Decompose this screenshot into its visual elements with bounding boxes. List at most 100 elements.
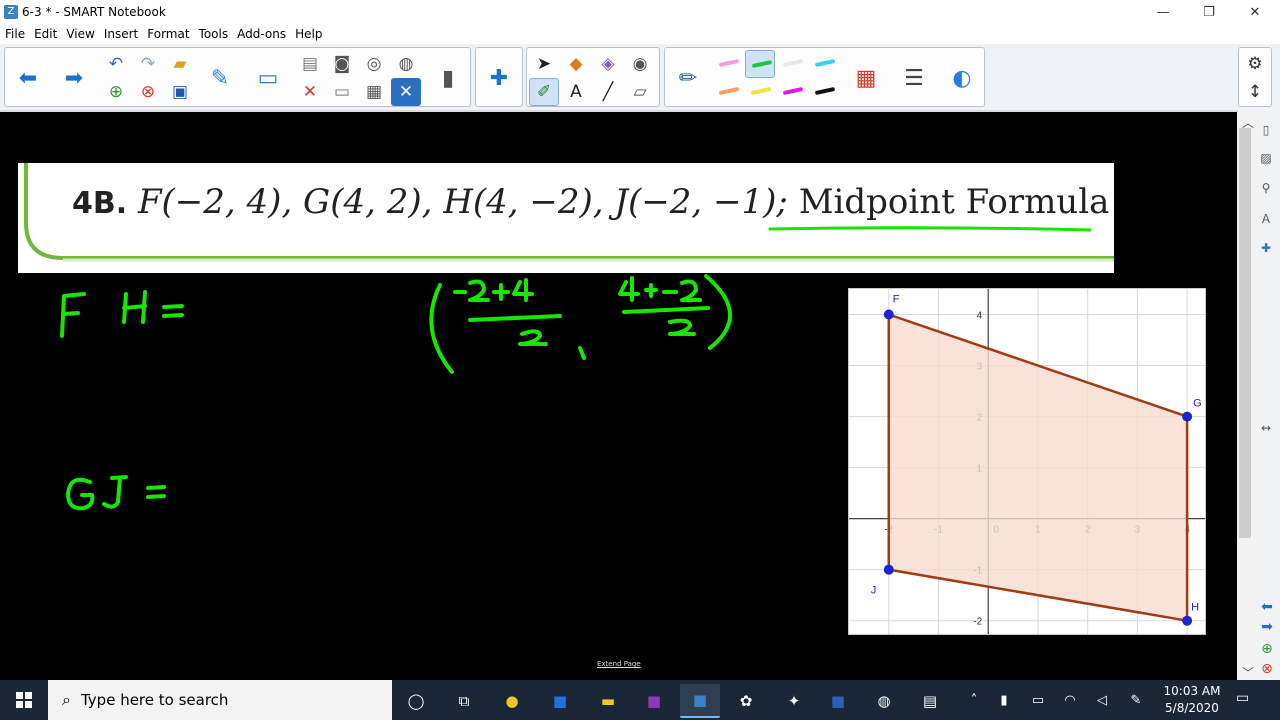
start-button[interactable] <box>0 680 48 720</box>
problem-points: F(−2, 4), G(4, 2), H(4, −2), J(−2, −1); <box>137 182 788 222</box>
screen-shade-icon[interactable]: ✎ <box>205 50 235 106</box>
toolbar: ⬅ ➡ ↶ ↷ ▰ ⊕ ⊗ ▣ ✎ ▭ ▤ ◙ ◎ ◍ ✕ ▭ ▦ ✕ ▮ ✚ … <box>0 44 1280 110</box>
gear-icon[interactable]: ⚙ <box>1240 50 1270 78</box>
chrome-icon[interactable]: ● <box>492 684 532 718</box>
line-tool-icon[interactable]: ╱ <box>593 78 623 106</box>
outlook-icon[interactable]: ■ <box>540 684 580 718</box>
pen-swatch-orange[interactable] <box>713 78 743 106</box>
word-icon[interactable]: ■ <box>818 684 858 718</box>
properties-icon[interactable]: Ａ <box>1256 208 1276 228</box>
back-arrow-icon[interactable]: ⬅ <box>13 50 43 106</box>
pen-swatch-pink[interactable] <box>713 50 743 78</box>
y-tick-label: -2 <box>973 617 982 628</box>
app-taskbar-icon-3[interactable]: ◍ <box>864 684 904 718</box>
eraser-icon[interactable]: ▱ <box>625 78 655 106</box>
app-taskbar-icon-4[interactable]: ▤ <box>910 684 950 718</box>
web-browser-icon[interactable]: ◍ <box>391 50 421 78</box>
task-view-icon[interactable]: ⧉ <box>444 684 484 718</box>
next-page-icon[interactable]: ➡ <box>1258 618 1276 636</box>
volume-icon[interactable]: ◁ <box>1092 690 1112 710</box>
clock-time: 10:03 AM <box>1163 684 1221 698</box>
add-page-icon[interactable]: ⊕ <box>101 78 131 106</box>
restore-button[interactable]: ❐ <box>1186 0 1232 24</box>
pen-workspace-icon[interactable]: ✎ <box>1126 690 1146 710</box>
addons-puzzle-icon[interactable]: ✚ <box>484 50 514 106</box>
transparency-icon[interactable]: ◐ <box>947 50 977 106</box>
point-label-j: J <box>871 585 877 597</box>
battery-icon[interactable]: ▭ <box>1028 690 1048 710</box>
scroll-up-icon[interactable]: ︿ <box>1238 112 1258 132</box>
menu-help[interactable]: Help <box>290 27 326 41</box>
pen-swatch-white[interactable] <box>777 50 807 78</box>
pen-type-icon[interactable]: ✏ <box>673 50 703 106</box>
menu-file[interactable]: File <box>0 27 29 41</box>
screen-capture-icon[interactable]: ◙ <box>327 50 357 78</box>
menu-view[interactable]: View <box>61 27 98 41</box>
add-page-side-icon[interactable]: ⊕ <box>1258 640 1276 658</box>
problem-statement: 4B. F(−2, 4), G(4, 2), H(4, −2), J(−2, −… <box>72 182 1109 222</box>
screen-shade-toggle-icon[interactable]: ▭ <box>327 78 357 106</box>
show-hidden-icons-icon[interactable]: ˄ <box>964 690 984 710</box>
menu-insert[interactable]: Insert <box>99 27 142 41</box>
point-label-h: H <box>1191 602 1199 614</box>
pen-swatch-yellow[interactable] <box>745 78 775 106</box>
shapes-icon[interactable]: ◆ <box>561 50 591 78</box>
menu-tools[interactable]: Tools <box>194 27 233 41</box>
scrollbar-thumb[interactable] <box>1239 128 1251 538</box>
point-label-g: G <box>1193 398 1202 410</box>
undo-icon[interactable]: ↶ <box>101 50 131 78</box>
eraser-tool-icon[interactable]: ◈ <box>593 50 623 78</box>
windows-logo-icon <box>16 692 32 708</box>
system-clock[interactable]: 10:03 AM 5/8/2020 <box>1160 683 1224 717</box>
onenote-icon[interactable]: ■ <box>634 684 674 718</box>
close-tool-icon[interactable]: ✕ <box>391 78 421 106</box>
color-palette-icon[interactable]: ▦ <box>851 50 881 106</box>
cortana-icon[interactable]: ◯ <box>396 684 436 718</box>
select-arrow-icon[interactable]: ➤ <box>529 50 559 78</box>
pen-swatch-green[interactable] <box>745 50 775 78</box>
cut-icon[interactable]: ✕ <box>295 78 325 106</box>
close-button[interactable]: ✕ <box>1232 0 1278 24</box>
minimize-button[interactable]: — <box>1140 0 1186 24</box>
search-icon: ⌕ <box>62 690 71 709</box>
move-toolbar-icon[interactable]: ↕ <box>1240 78 1270 106</box>
pen-swatch-cyan[interactable] <box>809 50 839 78</box>
notifications-icon[interactable]: ▭ <box>1236 690 1256 710</box>
forward-arrow-icon[interactable]: ➡ <box>59 50 89 106</box>
app-taskbar-icon-1[interactable]: ✿ <box>726 684 766 718</box>
text-tool-icon[interactable]: A <box>561 78 591 106</box>
redo-icon[interactable]: ↷ <box>133 50 163 78</box>
display-icon[interactable]: ▭ <box>253 50 283 106</box>
scroll-down-icon[interactable]: ﹀ <box>1238 662 1258 682</box>
gallery-icon[interactable]: ▨ <box>1256 148 1276 168</box>
wifi-icon[interactable]: ◠ <box>1060 690 1080 710</box>
menu-format[interactable]: Format <box>142 27 193 41</box>
method-underline <box>768 226 1092 232</box>
response-icon[interactable]: ▮ <box>433 50 463 106</box>
menu-edit[interactable]: Edit <box>29 27 61 41</box>
previous-page-icon[interactable]: ⬅ <box>1258 598 1276 616</box>
pen-swatch-magenta[interactable] <box>777 78 807 106</box>
document-camera-icon[interactable]: ◎ <box>359 50 389 78</box>
table-icon[interactable]: ▦ <box>359 78 389 106</box>
resize-panel-icon[interactable]: ↔ <box>1256 418 1276 438</box>
save-icon[interactable]: ▣ <box>165 78 195 106</box>
menu-addons[interactable]: Add-ons <box>232 27 290 41</box>
open-folder-icon[interactable]: ▰ <box>165 50 195 78</box>
usb-icon[interactable]: ▮ <box>994 690 1014 710</box>
addons-panel-icon[interactable]: ✚ <box>1256 238 1276 258</box>
delete-page-icon[interactable]: ⊗ <box>133 78 163 106</box>
app-taskbar-icon-2[interactable]: ✦ <box>774 684 814 718</box>
file-explorer-icon[interactable]: ▬ <box>588 684 628 718</box>
attachments-icon[interactable]: ⚲ <box>1256 178 1276 198</box>
line-style-icon[interactable]: ☰ <box>899 50 929 106</box>
page-sorter-icon[interactable]: ▯ <box>1256 120 1276 140</box>
delete-page-side-icon[interactable]: ⊗ <box>1258 660 1276 678</box>
taskbar-search-box[interactable]: ⌕ Type here to search <box>48 680 392 720</box>
extend-page-link[interactable]: Extend Page <box>597 660 641 668</box>
pen-swatch-black[interactable] <box>809 78 839 106</box>
fill-icon[interactable]: ◉ <box>625 50 655 78</box>
paste-icon[interactable]: ▤ <box>295 50 325 78</box>
smart-notebook-taskbar-icon[interactable]: ■ <box>680 684 720 718</box>
pens-icon[interactable]: ✐ <box>529 78 559 106</box>
